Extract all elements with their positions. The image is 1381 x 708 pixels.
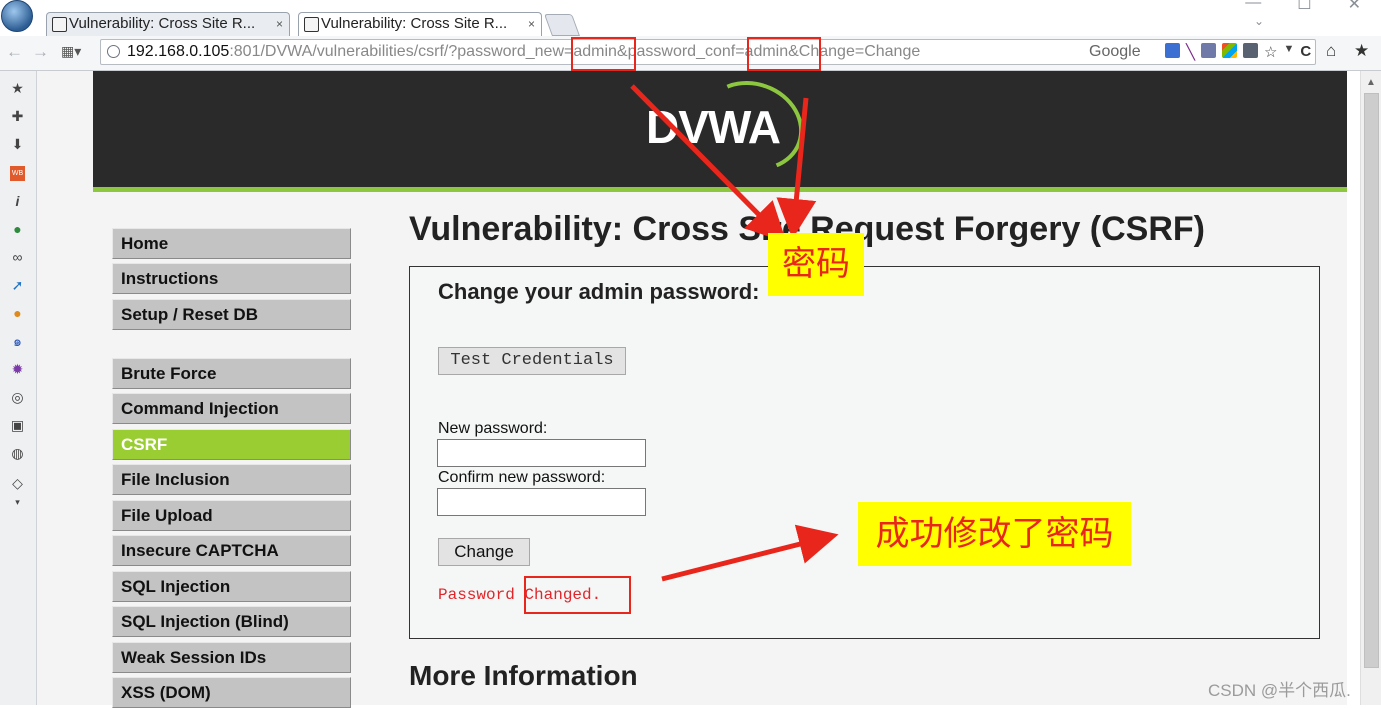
extension-sidebar: ★ ✚ ⬇ WB i ● ∞ ➚ ● ๑ ✹ ◎ ▣ ◍ ◇ ▾ (0, 71, 37, 705)
windows-icon[interactable] (1222, 43, 1238, 58)
confirm-password-label: Confirm new password: (438, 469, 606, 486)
page-favicon-icon (52, 17, 67, 32)
menu-item-insecure-captcha[interactable]: Insecure CAPTCHA (112, 535, 351, 566)
highlight-password-conf (747, 37, 821, 71)
web-developer-icon[interactable]: WB (10, 166, 25, 181)
home-icon[interactable]: ⌂ (1326, 41, 1336, 61)
back-arrow-icon[interactable]: ← (6, 42, 23, 62)
eraser-icon[interactable]: ◇ (10, 476, 25, 491)
palette-icon[interactable]: ◎ (10, 390, 25, 405)
close-window-button[interactable]: ✕ (1348, 0, 1361, 14)
menu-item-sql-injection-blind[interactable]: SQL Injection (Blind) (112, 606, 351, 637)
menu-item-weak-session-ids[interactable]: Weak Session IDs (112, 642, 351, 673)
menu-item-sql-injection[interactable]: SQL Injection (112, 571, 351, 602)
menu-item-instructions[interactable]: Instructions (112, 263, 351, 294)
tab-list-chevron-icon[interactable]: ⌄ (1254, 14, 1264, 28)
cursor-icon[interactable]: ➚ (10, 278, 25, 293)
highlight-password-new (571, 37, 636, 71)
menu-item-file-inclusion[interactable]: File Inclusion (112, 464, 351, 495)
menu-item-csrf[interactable]: CSRF (112, 429, 351, 460)
bookmark-star-icon[interactable]: ★ (1354, 41, 1369, 61)
url-extension-icons: ╲ ☆ ▼ C (1165, 43, 1311, 61)
browser-logo-icon (1, 0, 33, 32)
more-information-heading: More Information (409, 660, 638, 691)
apps-grid-icon[interactable]: ▦▾ (61, 43, 81, 60)
tab-1-close-icon[interactable]: × (276, 13, 283, 35)
info-icon[interactable]: i (10, 194, 25, 209)
change-button[interactable]: Change (438, 538, 530, 566)
browser-titlebar: Vulnerability: Cross Site R... × Vulnera… (0, 0, 1381, 36)
menu-item-file-upload[interactable]: File Upload (112, 500, 351, 531)
browser-toolbar: ← → ▦▾ 192.168.0.105:801/DVWA/vulnerabil… (0, 36, 1381, 71)
more-chevron-icon[interactable]: ▾ (10, 495, 25, 510)
csdn-watermark: CSDN @半个西瓜. (1208, 681, 1351, 700)
download-icon[interactable]: ⬇ (10, 137, 25, 152)
tab-2-title: Vulnerability: Cross Site R... (321, 15, 508, 32)
star-icon[interactable]: ★ (10, 81, 25, 96)
new-password-input[interactable] (437, 439, 646, 467)
globe-icon (107, 45, 120, 58)
maximize-button[interactable]: ☐ (1297, 0, 1311, 14)
new-password-label: New password: (438, 420, 548, 437)
star-icon[interactable]: ☆ (1264, 43, 1277, 61)
link-icon[interactable]: ∞ (10, 250, 25, 265)
change-password-heading: Change your admin password: (438, 279, 760, 304)
address-bar[interactable]: 192.168.0.105:801/DVWA/vulnerabilities/c… (100, 39, 1316, 65)
forward-arrow-icon[interactable]: → (32, 42, 49, 62)
confirm-password-input[interactable] (437, 488, 646, 516)
test-credentials-button[interactable]: Test Credentials (438, 347, 626, 375)
menu-item-command-injection[interactable]: Command Injection (112, 393, 351, 424)
dropdown-icon[interactable]: ▼ (1283, 43, 1294, 61)
menu-item-brute-force[interactable]: Brute Force (112, 358, 351, 389)
php-icon[interactable] (1201, 43, 1217, 58)
google-icon[interactable] (1165, 43, 1180, 58)
puzzle-icon[interactable]: ✚ (10, 109, 25, 124)
new-tab-button[interactable] (543, 14, 581, 36)
scroll-up-icon[interactable]: ▲ (1366, 77, 1376, 88)
dvwa-logo: DVWA (646, 101, 781, 153)
earth-icon[interactable]: ◍ (10, 446, 25, 461)
layout-icon[interactable]: ▣ (10, 418, 25, 433)
password-callout: 密码 (768, 233, 864, 296)
tab-1-title: Vulnerability: Cross Site R... (69, 15, 256, 32)
minimize-button[interactable]: — (1245, 0, 1261, 14)
window-controls: — ☐ ✕ (1245, 0, 1361, 14)
page-favicon-icon (304, 17, 319, 32)
tab-2-active[interactable]: Vulnerability: Cross Site R... × (298, 12, 542, 36)
search-engine-label[interactable]: Google (1089, 43, 1141, 61)
vertical-scrollbar[interactable]: ▲ (1360, 71, 1381, 705)
reload-icon[interactable]: C (1300, 43, 1311, 61)
swirl-icon[interactable]: ๑ (10, 334, 25, 349)
url-host: 192.168.0.105 (127, 43, 230, 60)
tab-1[interactable]: Vulnerability: Cross Site R... × (46, 12, 290, 36)
menu-item-setup-reset-db[interactable]: Setup / Reset DB (112, 299, 351, 330)
highlight-changed-message (524, 576, 631, 614)
gear-icon[interactable]: ✹ (10, 362, 25, 377)
menu-item-xss-dom[interactable]: XSS (DOM) (112, 677, 351, 708)
feather-icon[interactable]: ╲ (1186, 43, 1195, 61)
warning-icon[interactable]: ● (10, 306, 25, 321)
menu-item-home[interactable]: Home (112, 228, 351, 259)
monitor-icon[interactable] (1243, 43, 1259, 58)
page-gutter (37, 71, 93, 705)
globe-green-icon[interactable]: ● (10, 222, 25, 237)
scroll-thumb[interactable] (1364, 93, 1379, 668)
success-callout: 成功修改了密码 (858, 502, 1131, 566)
tab-2-close-icon[interactable]: × (528, 13, 535, 35)
